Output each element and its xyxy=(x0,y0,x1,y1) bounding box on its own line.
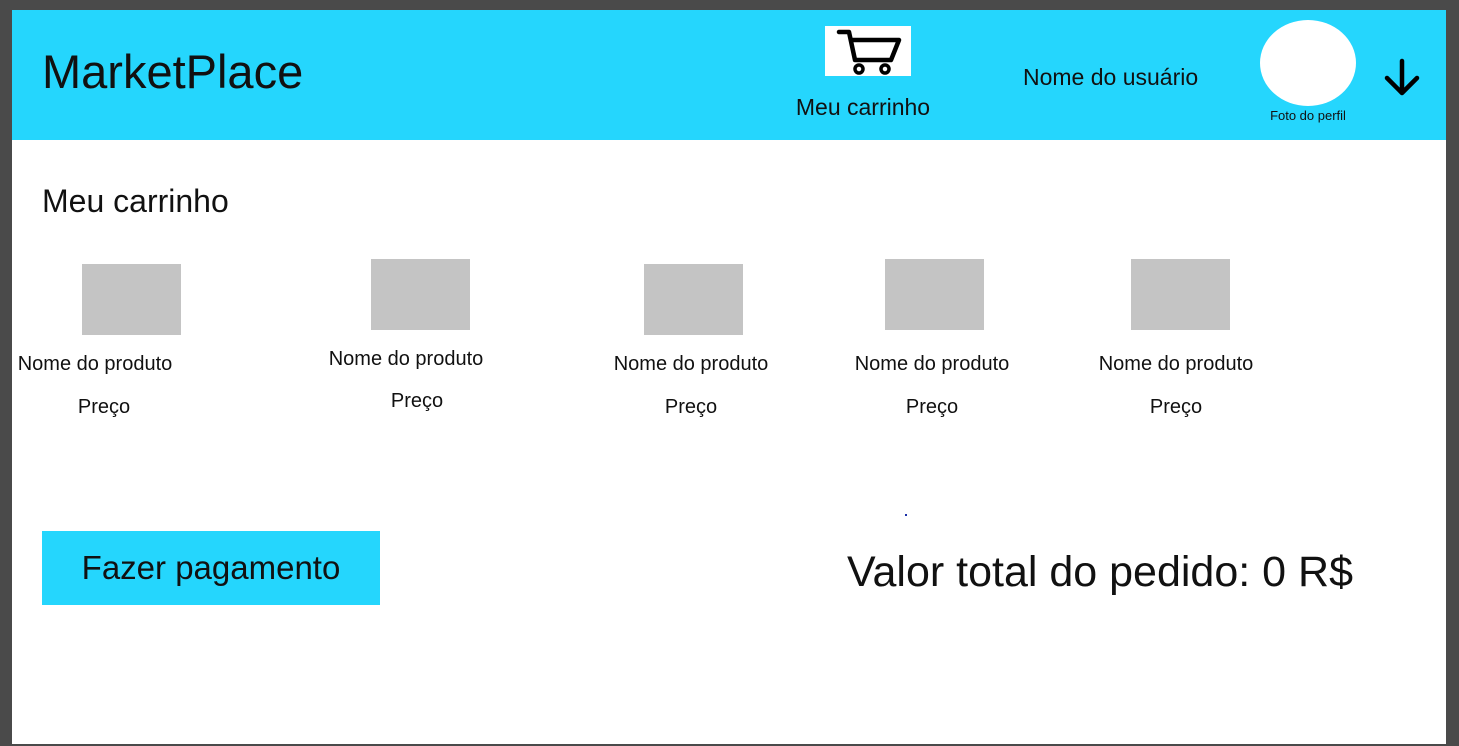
product-image xyxy=(644,264,743,335)
app-frame: MarketPlace Meu carrinho Nome do usuário… xyxy=(12,10,1446,744)
header-bar: MarketPlace Meu carrinho Nome do usuário… xyxy=(12,10,1446,140)
brand-logo[interactable]: MarketPlace xyxy=(42,48,303,95)
avatar-caption: Foto do perfil xyxy=(1270,108,1346,123)
product-image xyxy=(885,259,984,330)
product-card[interactable]: Nome do produto Preço xyxy=(329,259,516,429)
product-card[interactable]: Nome do produto Preço xyxy=(601,264,781,434)
arrow-down-icon xyxy=(1384,58,1420,96)
shopping-cart-icon xyxy=(836,29,902,75)
product-card[interactable]: Nome do produto Preço xyxy=(842,259,1022,429)
product-price: Preço xyxy=(77,396,131,418)
product-price: Preço xyxy=(1149,396,1203,418)
username-label: Nome do usuário xyxy=(1023,64,1199,90)
cart-link[interactable]: Meu carrinho xyxy=(783,26,943,126)
user-menu-button[interactable] xyxy=(1382,57,1422,99)
profile-avatar[interactable] xyxy=(1260,20,1356,106)
page-title: Meu carrinho xyxy=(42,183,229,219)
product-price: Preço xyxy=(390,390,444,412)
product-image xyxy=(82,264,181,335)
cart-icon-background xyxy=(825,26,911,76)
product-price: Preço xyxy=(664,396,718,418)
product-name: Nome do produto xyxy=(613,353,769,375)
product-card[interactable]: Nome do produto Preço xyxy=(14,264,194,434)
product-card[interactable]: Nome do produto Preço xyxy=(1086,259,1266,429)
product-name: Nome do produto xyxy=(17,353,173,375)
product-price: Preço xyxy=(905,396,959,418)
stray-dot xyxy=(905,514,907,516)
product-name: Nome do produto xyxy=(1098,353,1254,375)
order-total: Valor total do pedido: 0 R$ xyxy=(847,548,1353,596)
product-name: Nome do produto xyxy=(854,353,1010,375)
cart-label: Meu carrinho xyxy=(795,94,931,120)
product-image xyxy=(371,259,470,330)
pay-button[interactable]: Fazer pagamento xyxy=(42,531,380,605)
product-image xyxy=(1131,259,1230,330)
product-name: Nome do produto xyxy=(328,348,484,370)
